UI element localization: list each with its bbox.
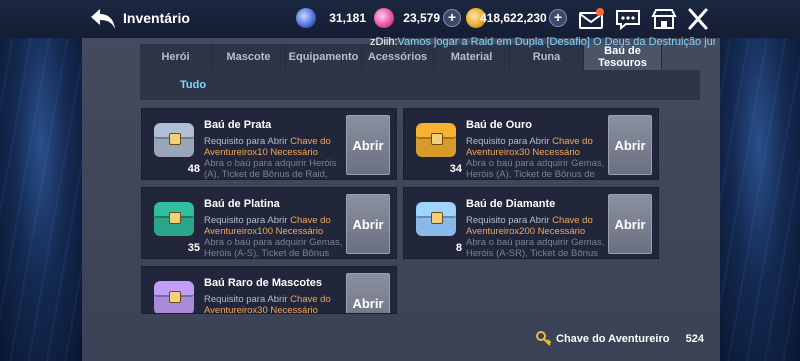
requirement-prefix: Requisito para Abrir [204, 294, 291, 305]
silver-chest-icon [154, 123, 194, 157]
chat-button[interactable] [614, 7, 642, 31]
open-chest-button[interactable]: Abrir [608, 115, 652, 175]
requirement-prefix: Requisito para Abrir [466, 136, 553, 147]
gem-icon [374, 8, 394, 28]
tab-mascote[interactable]: Mascote [212, 44, 286, 70]
chest-count: 48 [187, 163, 200, 175]
gold-amount: 418,622,230 [480, 11, 547, 25]
chest-description: Abra o baú para adquirir Gemas, Heróis (… [466, 158, 605, 180]
chest-requirement: Requisito para Abrir Chave do Aventureir… [466, 136, 608, 158]
mail-notification-dot [596, 8, 604, 16]
requirement-prefix: Requisito para Abrir [204, 215, 291, 226]
chest-card-ouro: 34 Baú de Ouro Requisito para Abrir Chav… [403, 108, 659, 180]
chest-card-platina: 35 Baú de Platina Requisito para Abrir C… [141, 187, 397, 259]
chest-name: Baú de Platina [204, 198, 280, 210]
chest-card-prata: 48 Baú de Prata Requisito para Abrir Cha… [141, 108, 397, 180]
gem-amount: 23,579 [403, 11, 440, 25]
chest-count: 34 [449, 163, 462, 175]
chest-name: Baú de Prata [204, 119, 272, 131]
chest-card-diamante: 8 Baú de Diamante Requisito para Abrir C… [403, 187, 659, 259]
diamond-chest-icon [416, 202, 456, 236]
key-counter: Chave do Aventureiro 524 [530, 327, 710, 351]
chat-icon [616, 10, 640, 31]
open-chest-button[interactable]: Abrir [346, 273, 390, 313]
platinum-chest-icon [154, 202, 194, 236]
chest-description: Abra o baú para adquirir Gemas, Heróis (… [204, 237, 343, 259]
back-button[interactable] [88, 6, 118, 32]
add-gem-button[interactable]: + [443, 9, 461, 27]
gold-chest-icon [416, 123, 456, 157]
add-gold-button[interactable]: + [549, 9, 567, 27]
chest-thumbnail: 48 [144, 111, 200, 177]
page-title: Inventário [123, 10, 190, 26]
filter-tudo[interactable]: Tudo [180, 79, 206, 91]
key-label: Chave do Aventureiro [556, 333, 670, 345]
key-icon [536, 331, 552, 346]
chest-requirement: Requisito para Abrir Chave do Aventureir… [204, 215, 346, 237]
announcement-message: Vamos jogar a Raid em Dupla [Desafio] O … [397, 36, 715, 48]
open-chest-button[interactable]: Abrir [608, 194, 652, 254]
key-count: 524 [685, 333, 704, 345]
close-icon [688, 8, 708, 30]
chest-requirement: Requisito para Abrir Chave do Aventureir… [204, 294, 346, 313]
requirement-prefix: Requisito para Abrir [204, 136, 291, 147]
announcement-user: zDiih: [370, 36, 398, 48]
tab-heroi[interactable]: Herói [140, 44, 212, 70]
filter-bar [140, 70, 700, 100]
chest-name: Baú de Ouro [466, 119, 533, 131]
chest-thumbnail: 35 [144, 190, 200, 256]
crystal-icon [296, 8, 316, 28]
chest-description: Abra o baú para adquirir Heróis (A), Tic… [204, 158, 337, 180]
chest-thumbnail [144, 269, 200, 313]
chest-requirement: Requisito para Abrir Chave do Aventureir… [204, 136, 346, 158]
crystal-amount: 31,181 [329, 11, 366, 25]
chest-name: Baú de Diamante [466, 198, 556, 210]
chest-thumbnail: 34 [406, 111, 462, 177]
background-right [718, 0, 800, 361]
chest-description: Abra o baú para adquirir Gemas, Heróis (… [466, 237, 605, 259]
chest-name: Baú Raro de Mascotes [204, 277, 322, 289]
close-button[interactable] [684, 7, 712, 31]
chest-card-raro-mascotes: Baú Raro de Mascotes Requisito para Abri… [141, 266, 397, 314]
pet-chest-icon [154, 281, 194, 313]
chest-count: 35 [187, 242, 200, 254]
open-chest-button[interactable]: Abrir [346, 115, 390, 175]
tab-equipamento[interactable]: Equipamento [286, 44, 362, 70]
shop-button[interactable] [650, 7, 678, 31]
chat-announcement: zDiih:Vamos jogar a Raid em Dupla [Desaf… [370, 36, 715, 50]
back-arrow-icon [91, 9, 115, 29]
chest-count: 8 [455, 242, 462, 254]
requirement-prefix: Requisito para Abrir [466, 215, 553, 226]
top-bar: Inventário 31,181 23,579 + 418,622,230 + [0, 0, 800, 38]
chest-thumbnail: 8 [406, 190, 462, 256]
open-chest-button[interactable]: Abrir [346, 194, 390, 254]
mail-button[interactable] [578, 7, 606, 31]
chest-requirement: Requisito para Abrir Chave do Aventureir… [466, 215, 608, 237]
shop-icon [651, 9, 677, 29]
background-left [0, 0, 82, 361]
